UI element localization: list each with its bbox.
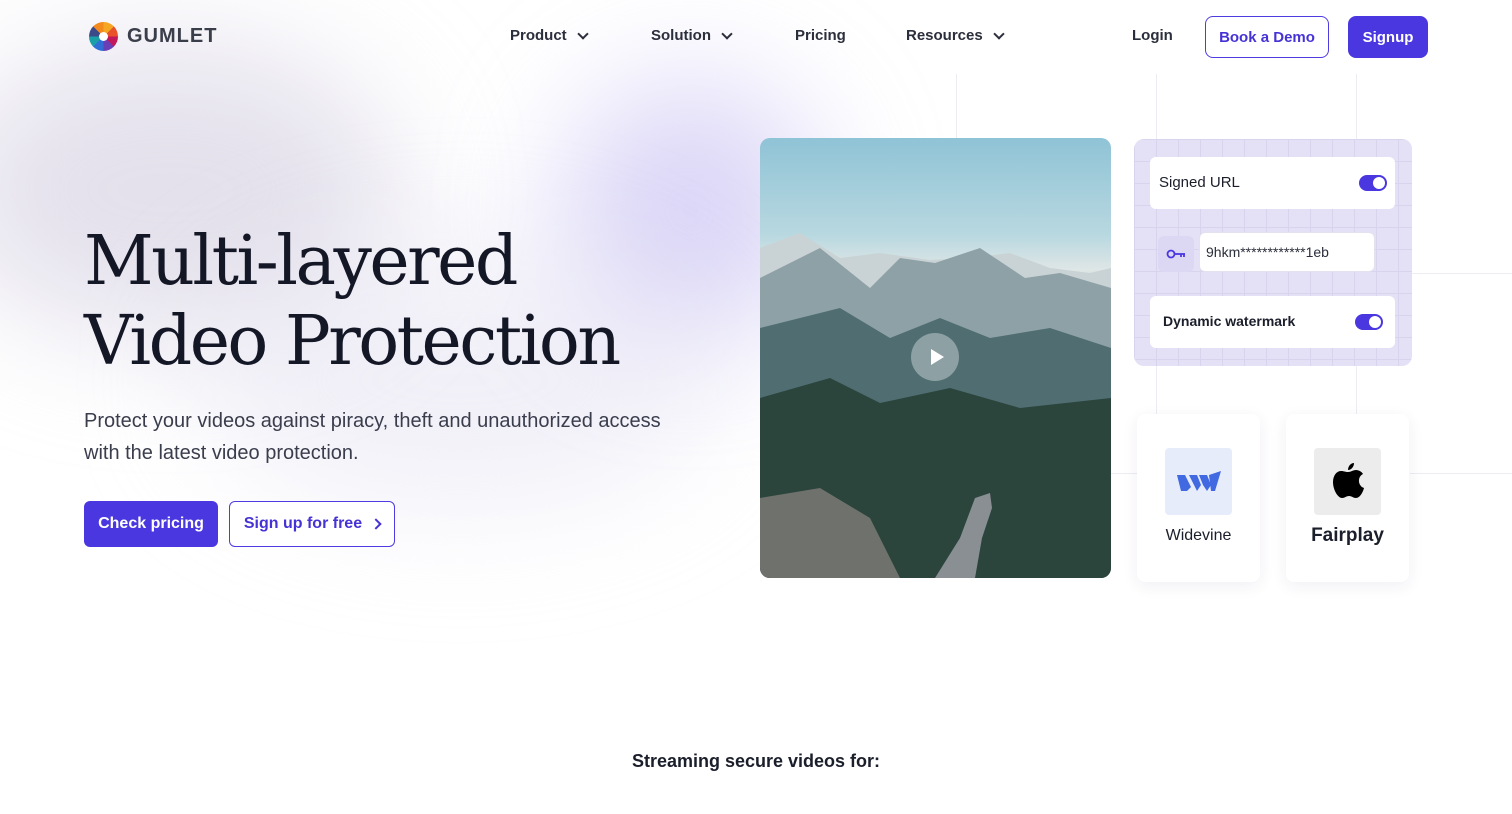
nav-item-pricing[interactable]: Pricing bbox=[795, 27, 846, 44]
login-link[interactable]: Login bbox=[1132, 27, 1173, 44]
grid-line bbox=[1156, 366, 1157, 414]
book-demo-button[interactable]: Book a Demo bbox=[1205, 16, 1329, 58]
signup-button[interactable]: Signup bbox=[1348, 16, 1428, 58]
play-button[interactable] bbox=[911, 333, 959, 381]
nav-item-product[interactable]: Product bbox=[510, 27, 589, 44]
check-pricing-button[interactable]: Check pricing bbox=[84, 501, 218, 547]
nav-item-solution[interactable]: Solution bbox=[651, 27, 733, 44]
grid-line bbox=[1111, 473, 1137, 474]
signed-url-toggle[interactable] bbox=[1359, 175, 1387, 191]
widevine-icon bbox=[1165, 448, 1232, 515]
hero-title: Multi-layered Video Protection bbox=[84, 222, 621, 382]
sign-up-free-label: Sign up for free bbox=[243, 515, 363, 532]
gumlet-logo-icon bbox=[89, 22, 118, 51]
grid-line bbox=[1356, 366, 1357, 414]
grid-line bbox=[1412, 273, 1512, 274]
chevron-down-icon bbox=[721, 27, 733, 40]
chevron-right-icon bbox=[370, 518, 382, 530]
signed-url-row: Signed URL bbox=[1150, 157, 1395, 209]
grid-line bbox=[1410, 473, 1512, 474]
nav-item-label: Pricing bbox=[795, 27, 846, 44]
drm-card-widevine[interactable]: Widevine bbox=[1137, 414, 1260, 582]
signing-key-field[interactable]: 9hkm************1eb bbox=[1199, 232, 1375, 272]
hero-subtitle: Protect your videos against piracy, thef… bbox=[84, 410, 661, 464]
chevron-down-icon bbox=[993, 27, 1005, 40]
dynamic-watermark-label: Dynamic watermark bbox=[1163, 313, 1296, 329]
dynamic-watermark-row: Dynamic watermark bbox=[1150, 296, 1395, 348]
brand-logo[interactable]: GUMLET bbox=[89, 22, 217, 51]
nav-item-label: Solution bbox=[651, 27, 711, 44]
apple-icon bbox=[1314, 448, 1381, 515]
play-icon bbox=[930, 349, 944, 365]
drm-card-fairplay[interactable]: Fairplay bbox=[1286, 414, 1409, 582]
dynamic-watermark-toggle[interactable] bbox=[1355, 314, 1383, 330]
sign-up-free-button[interactable]: Sign up for free bbox=[229, 501, 395, 547]
drm-label: Widevine bbox=[1165, 527, 1232, 544]
grid-line bbox=[1356, 74, 1357, 140]
nav-item-resources[interactable]: Resources bbox=[906, 27, 1005, 44]
nav-item-label: Product bbox=[510, 27, 567, 44]
key-icon-box bbox=[1158, 236, 1194, 272]
drm-label: Fairplay bbox=[1311, 525, 1384, 546]
brand-name: GUMLET bbox=[127, 25, 218, 47]
chevron-down-icon bbox=[577, 27, 589, 40]
grid-line bbox=[1156, 74, 1157, 140]
site-header: GUMLET Product Solution Pricing Resource… bbox=[0, 0, 1512, 74]
signed-url-label: Signed URL bbox=[1159, 174, 1240, 191]
hero-title-line: Multi-layered bbox=[84, 222, 518, 301]
streaming-heading: Streaming secure videos for: bbox=[631, 751, 881, 771]
hero-title-line: Video Protection bbox=[84, 302, 621, 381]
nav-item-label: Resources bbox=[906, 27, 983, 44]
grid-line bbox=[956, 74, 957, 140]
key-icon bbox=[1166, 249, 1185, 259]
